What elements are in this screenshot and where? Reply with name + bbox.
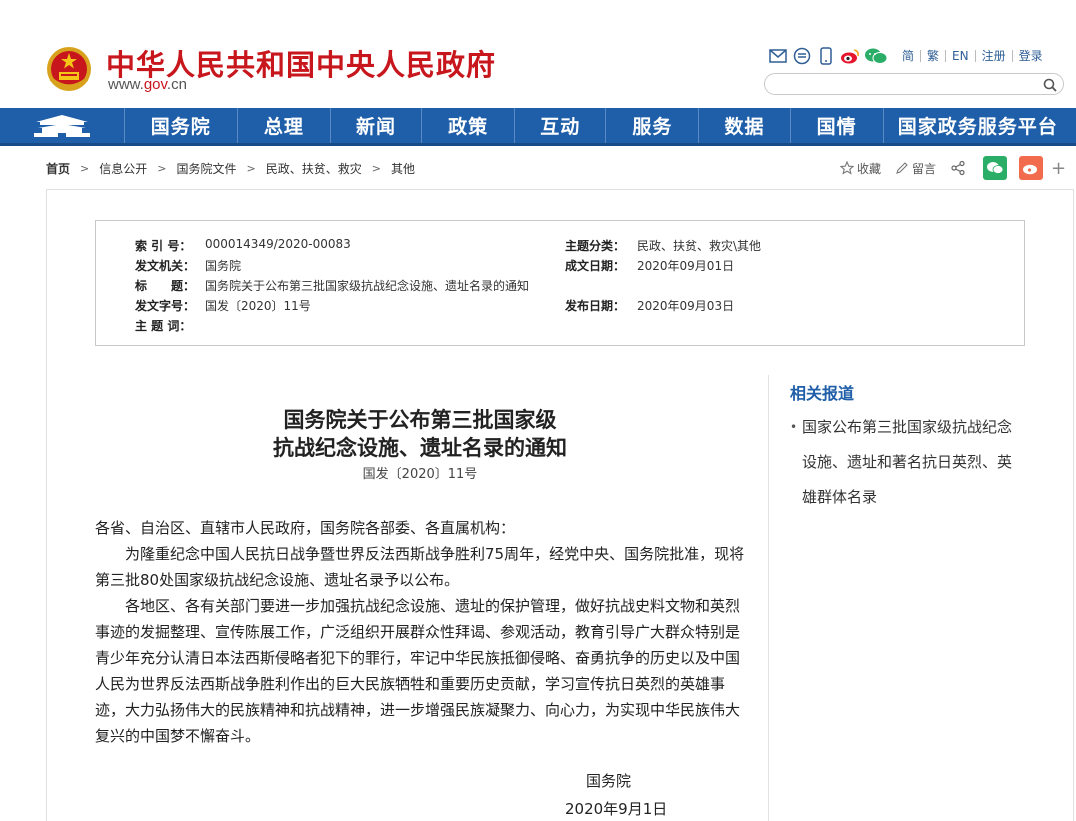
- meta-index-row: 索 引 号： 000014349/2020-00083: [135, 237, 351, 254]
- tiananmen-home-icon[interactable]: [0, 108, 125, 143]
- breadcrumb-home[interactable]: 首页: [46, 160, 70, 177]
- chevron-right-icon: >: [246, 161, 256, 175]
- meta-subject-row: 主 题 词：: [135, 317, 205, 334]
- site-url-prefix: www.: [108, 76, 144, 93]
- nav-item-state-council[interactable]: 国务院: [125, 108, 238, 143]
- meta-topic-row: 主题分类： 民政、扶贫、救灾\其他: [565, 237, 761, 254]
- article-date: 2020年9月1日: [565, 800, 668, 818]
- weibo-share-icon[interactable]: [1019, 156, 1044, 180]
- article-title-line2: 抗战纪念设施、遗址名录的通知: [273, 435, 567, 460]
- search-icon[interactable]: [1043, 77, 1057, 92]
- related-report-item[interactable]: • 国家公布第三批国家级抗战纪念设施、遗址和著名抗日英烈、英雄群体名录: [790, 410, 1026, 515]
- meta-published-label: 发布日期：: [565, 299, 626, 313]
- weibo-icon[interactable]: [840, 46, 860, 66]
- nav-item-gov-service-platform[interactable]: 国家政务服务平台: [884, 108, 1076, 143]
- meta-docno-row: 发文字号： 国发〔2020〕11号: [135, 297, 311, 314]
- meta-issuer-value: 国务院: [205, 259, 242, 273]
- article-paragraph-2: 各地区、各有关部门要进一步加强抗战纪念设施、遗址的保护管理，做好抗战史料文物和英…: [95, 597, 741, 745]
- favorite-label: 收藏: [857, 161, 882, 176]
- tool-simplified[interactable]: 简: [896, 50, 922, 62]
- search-input[interactable]: [775, 75, 1045, 95]
- message-button[interactable]: 留言: [895, 160, 936, 177]
- breadcrumb-civil-affairs[interactable]: 民政、扶贫、救灾: [266, 160, 362, 177]
- breadcrumb-other[interactable]: 其他: [391, 160, 415, 177]
- meta-created-value: 2020年09月01日: [637, 259, 735, 273]
- site-url-suffix: .cn: [166, 76, 187, 93]
- bullet-icon: •: [790, 420, 798, 434]
- meta-subject-label: 主 题 词：: [135, 319, 192, 333]
- breadcrumb-state-council-docs[interactable]: 国务院文件: [176, 160, 236, 177]
- meta-docno-value: 国发〔2020〕11号: [205, 299, 311, 313]
- tool-traditional[interactable]: 繁: [921, 50, 947, 62]
- wechat-icon[interactable]: [864, 46, 888, 66]
- nav-item-interaction[interactable]: 互动: [515, 108, 607, 143]
- nav-item-policy[interactable]: 政策: [422, 108, 516, 143]
- meta-title-label: 标 题：: [135, 279, 196, 293]
- tool-english[interactable]: EN: [946, 50, 976, 62]
- related-reports-list: • 国家公布第三批国家级抗战纪念设施、遗址和著名抗日英烈、英雄群体名录: [790, 410, 1026, 515]
- nav-item-premier[interactable]: 总理: [238, 108, 331, 143]
- nav-item-national-info[interactable]: 国情: [791, 108, 884, 143]
- header-tools: 简 繁 EN 注册 登录: [768, 46, 1049, 66]
- message-label: 留言: [912, 161, 937, 176]
- chevron-right-icon: >: [80, 161, 90, 175]
- nav-item-service[interactable]: 服务: [606, 108, 700, 143]
- meta-index-label: 索 引 号：: [135, 239, 192, 253]
- site-header: 中华人民共和国中央人民政府 www.gov.cn 简 繁 EN 注册 登录: [0, 0, 1076, 108]
- meta-issuer-row: 发文机关： 国务院: [135, 257, 241, 274]
- sidebar-divider: [768, 375, 769, 821]
- national-emblem-icon[interactable]: [46, 44, 92, 94]
- meta-published-value: 2020年09月03日: [637, 299, 735, 313]
- share-bar: 收藏 留言 +: [840, 156, 1066, 180]
- main-nav: 国务院 总理 新闻 政策 互动 服务 数据 国情 国家政务服务平台: [0, 108, 1076, 146]
- chevron-right-icon: >: [371, 161, 381, 175]
- article-signature: 国务院: [586, 772, 632, 790]
- rss-icon[interactable]: [792, 46, 812, 66]
- nav-item-news[interactable]: 新闻: [331, 108, 423, 143]
- meta-docno-label: 发文字号：: [135, 299, 196, 313]
- article-body: 各省、自治区、直辖市人民政府，国务院各部委、各直属机构： 为隆重纪念中国人民抗日…: [95, 515, 745, 749]
- chevron-right-icon: >: [157, 161, 167, 175]
- meta-title-row: 标 题： 国务院关于公布第三批国家级抗战纪念设施、遗址名录的通知: [135, 277, 529, 294]
- share-icon[interactable]: [950, 160, 969, 176]
- tool-register[interactable]: 注册: [976, 50, 1013, 62]
- article-title-line1: 国务院关于公布第三批国家级: [283, 407, 557, 432]
- site-url-brand: gov: [143, 76, 167, 93]
- article-doc-number: 国发〔2020〕11号: [362, 467, 478, 482]
- meta-topic-label: 主题分类：: [565, 239, 626, 253]
- meta-created-row: 成文日期： 2020年09月01日: [565, 257, 734, 274]
- plus-icon[interactable]: +: [1051, 158, 1066, 179]
- meta-issuer-label: 发文机关：: [135, 259, 196, 273]
- wechat-share-icon[interactable]: [983, 156, 1008, 180]
- tool-login[interactable]: 登录: [1013, 50, 1049, 62]
- article-paragraph-1: 为隆重纪念中国人民抗日战争暨世界反法西斯战争胜利75周年，经党中央、国务院批准，…: [95, 545, 745, 589]
- star-icon: [840, 161, 854, 175]
- breadcrumb: 首页 > 信息公开 > 国务院文件 > 民政、扶贫、救灾 > 其他: [46, 158, 415, 178]
- pencil-icon: [896, 162, 908, 174]
- document-meta-table: 索 引 号： 000014349/2020-00083 主题分类： 民政、扶贫、…: [95, 220, 1025, 346]
- related-report-link[interactable]: 国家公布第三批国家级抗战纪念设施、遗址和著名抗日英烈、英雄群体名录: [802, 418, 1012, 506]
- meta-index-value: 000014349/2020-00083: [205, 237, 351, 251]
- nav-item-data[interactable]: 数据: [699, 108, 791, 143]
- meta-topic-value: 民政、扶贫、救灾\其他: [637, 239, 762, 253]
- breadcrumb-info-disclosure[interactable]: 信息公开: [99, 160, 147, 177]
- article-salutation: 各省、自治区、直辖市人民政府，国务院各部委、各直属机构：: [95, 519, 516, 537]
- meta-created-label: 成文日期：: [565, 259, 626, 273]
- related-reports-title: 相关报道: [790, 384, 855, 403]
- site-url[interactable]: www.gov.cn: [108, 76, 187, 93]
- favorite-button[interactable]: 收藏: [840, 160, 881, 177]
- meta-title-value: 国务院关于公布第三批国家级抗战纪念设施、遗址名录的通知: [205, 279, 530, 293]
- search-box: [764, 73, 1064, 95]
- mobile-icon[interactable]: [816, 46, 836, 66]
- meta-published-row: 发布日期： 2020年09月03日: [565, 297, 734, 314]
- mail-icon[interactable]: [768, 46, 788, 66]
